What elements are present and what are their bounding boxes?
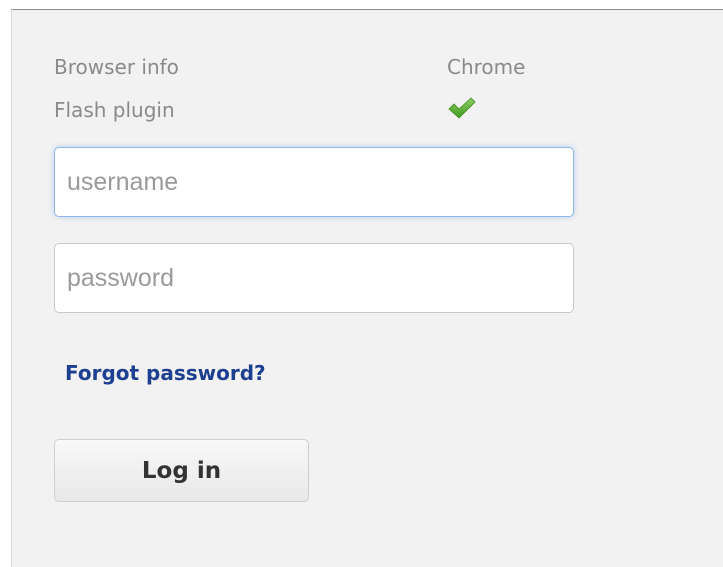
password-input[interactable] bbox=[54, 243, 574, 313]
browser-info-value: Chrome bbox=[447, 55, 526, 79]
login-panel: Browser info Chrome Flash plugin Forgot … bbox=[11, 9, 723, 567]
browser-info-label: Browser info bbox=[54, 55, 179, 79]
forgot-password-link[interactable]: Forgot password? bbox=[65, 361, 266, 385]
username-input[interactable] bbox=[54, 147, 574, 217]
check-icon bbox=[447, 96, 477, 120]
flash-plugin-label: Flash plugin bbox=[54, 98, 175, 122]
login-button[interactable]: Log in bbox=[54, 439, 309, 502]
